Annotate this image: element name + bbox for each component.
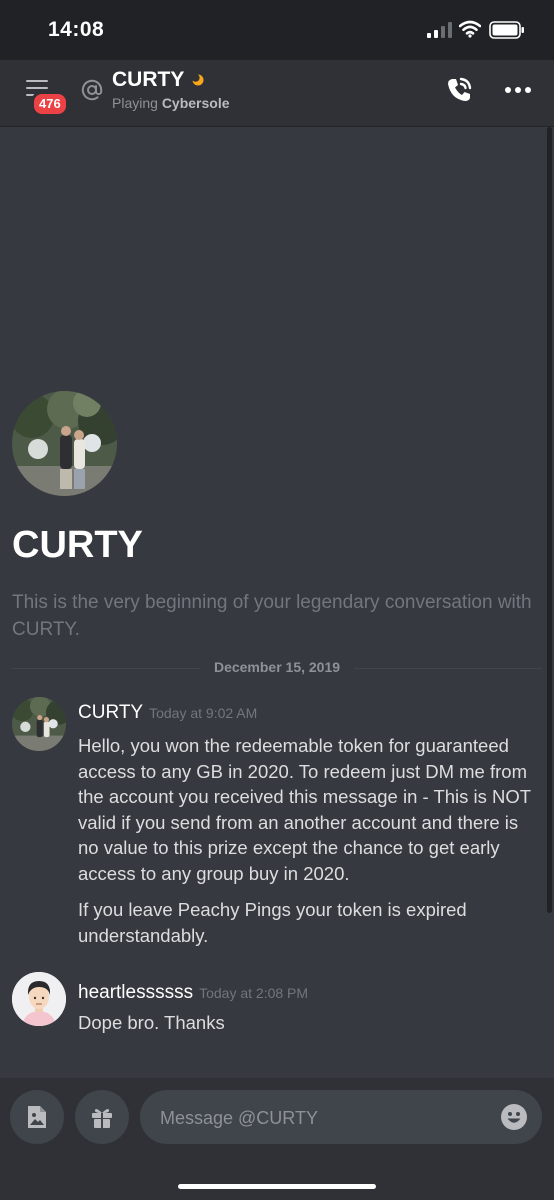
gift-button[interactable] [75,1090,129,1144]
unread-badge: 476 [31,91,69,117]
user-activity: Playing Cybersole [112,95,230,111]
message-author[interactable]: CURTY Today at 9:02 AM [78,702,257,724]
emoji-icon[interactable] [500,1103,528,1131]
message-input-wrapper [140,1090,542,1146]
activity-game: Cybersole [161,95,230,111]
message-avatar-curty[interactable] [12,697,66,751]
message-body: If you leave Peachy Pings your token is … [78,899,467,946]
message-timestamp: Today at 2:08 PM [199,985,309,1001]
scrollbar[interactable] [547,127,552,913]
wifi-icon [459,20,481,38]
welcome-subtitle: This is the very beginning of your legen… [12,592,532,640]
activity-prefix: Playing [112,95,158,111]
cellular-signal-icon [427,22,452,38]
home-indicator[interactable] [178,1184,376,1189]
author-name[interactable]: CURTY [78,702,143,723]
at-sign-icon [81,79,103,101]
idle-moon-icon [192,74,204,86]
welcome-title: CURTY [12,524,143,566]
phone-call-icon[interactable] [444,75,474,105]
message-author[interactable]: heartlessssss Today at 2:08 PM [78,982,308,1004]
channel-name[interactable]: CURTY [112,68,184,92]
image-upload-button[interactable] [10,1090,64,1144]
avatar-photo [12,697,66,751]
profile-avatar-large[interactable] [12,391,117,496]
message-input[interactable] [158,1090,492,1146]
menu-button[interactable]: 476 [22,74,69,117]
battery-icon [489,21,524,39]
message-avatar-heartless[interactable] [12,972,66,1026]
message-body: Dope bro. Thanks [78,1012,225,1033]
avatar-photo [12,391,117,496]
channel-header: 476 CURTY Playing Cybersole [0,60,554,126]
message-timestamp: Today at 9:02 AM [149,705,258,721]
status-bar: 14:08 [0,0,554,60]
more-dots-icon[interactable] [504,84,532,96]
gift-icon [92,1109,112,1128]
date-divider: December 15, 2019 [200,659,354,675]
author-name[interactable]: heartlessssss [78,982,193,1003]
status-time: 14:08 [48,18,105,41]
message-body: Hello, you won the redeemable token for … [78,735,531,884]
composer-bar [0,1078,554,1200]
image-upload-icon [28,1106,46,1128]
emoji-avatar [12,972,66,1026]
